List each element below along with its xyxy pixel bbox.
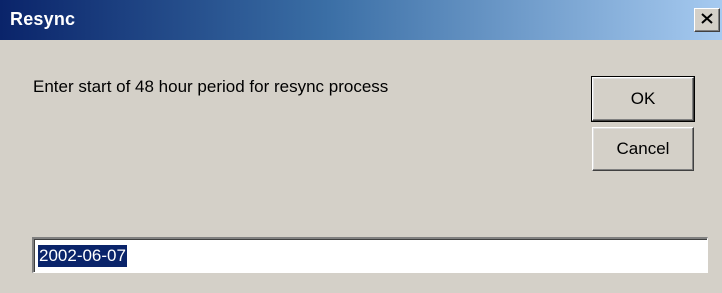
title-bar[interactable]: Resync: [0, 0, 722, 40]
resync-dialog: Resync Enter start of 48 hour period for…: [0, 0, 722, 293]
ok-button[interactable]: OK: [591, 76, 695, 122]
date-input[interactable]: 2002-06-07: [32, 237, 708, 273]
date-input-value: 2002-06-07: [38, 245, 127, 267]
close-icon: [701, 11, 713, 29]
prompt-label: Enter start of 48 hour period for resync…: [33, 77, 389, 96]
cancel-button[interactable]: Cancel: [592, 127, 694, 171]
close-button[interactable]: [694, 8, 720, 32]
window-title: Resync: [10, 9, 76, 29]
